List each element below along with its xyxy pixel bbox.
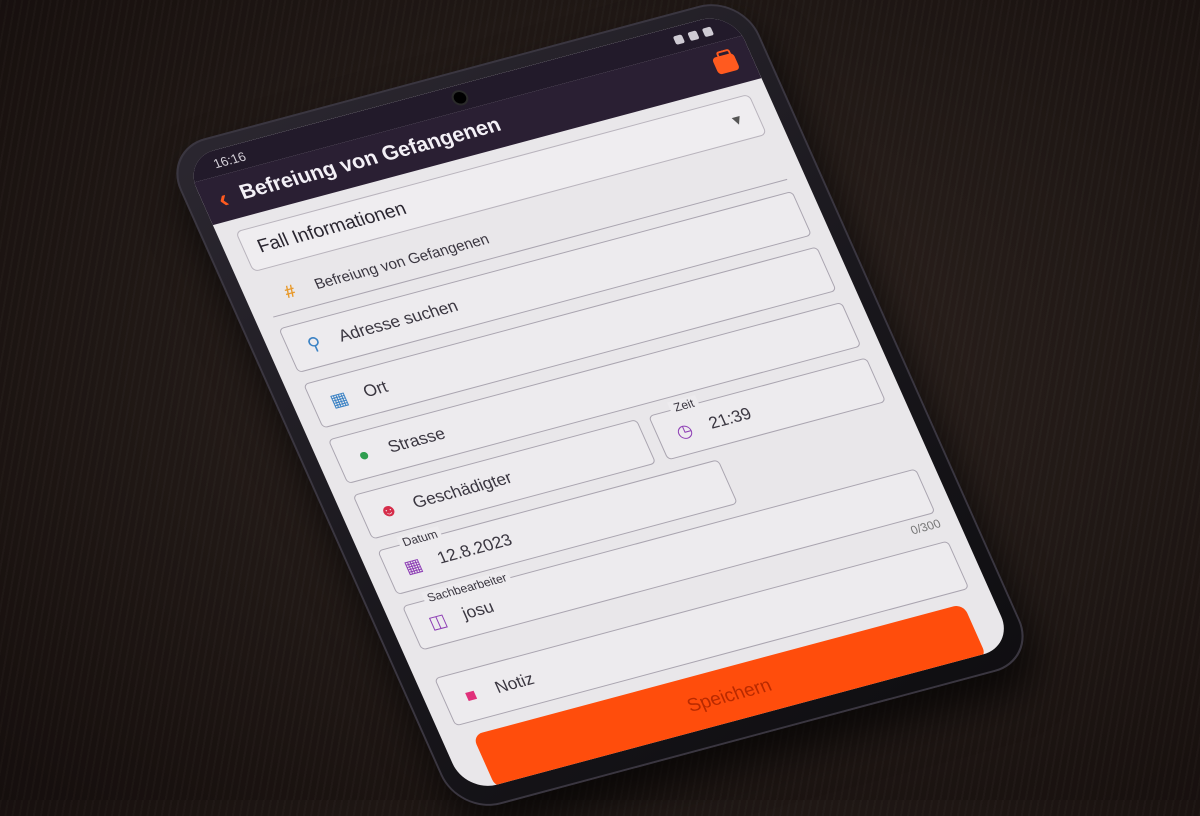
signal-icon xyxy=(672,33,685,45)
person-icon: ☻ xyxy=(375,498,402,523)
clock-icon: ◷ xyxy=(672,419,697,443)
wifi-icon xyxy=(687,29,700,41)
city-placeholder: Ort xyxy=(360,377,391,401)
front-camera xyxy=(448,88,471,108)
hierarchy-icon: ◫ xyxy=(425,609,451,633)
time-value: 21:39 xyxy=(705,404,755,433)
note-placeholder: Notiz xyxy=(491,669,538,697)
street-placeholder: Strasse xyxy=(384,423,449,457)
hash-icon: # xyxy=(280,280,299,302)
chevron-down-icon: ▼ xyxy=(726,110,747,130)
city-icon: ▦ xyxy=(326,387,352,411)
phone-screen: 16:16 ‹ Befreiung von Gefangenen Fall In… xyxy=(183,11,1015,793)
status-time: 16:16 xyxy=(210,148,249,171)
phone-device: 16:16 ‹ Befreiung von Gefangenen Fall In… xyxy=(161,0,1039,816)
note-icon: ■ xyxy=(461,684,481,706)
case-officer-value: josu xyxy=(458,597,497,623)
status-icons xyxy=(672,26,714,45)
toolbox-icon[interactable] xyxy=(711,52,741,75)
address-search-placeholder: Adresse suchen xyxy=(335,296,461,346)
date-value: 12.8.2023 xyxy=(434,530,516,568)
calendar-icon: ▦ xyxy=(400,554,426,578)
search-icon: ⚲ xyxy=(303,332,325,355)
location-pin-icon: ● xyxy=(354,444,374,466)
back-arrow-icon[interactable]: ‹ xyxy=(213,184,234,214)
battery-icon xyxy=(701,26,714,37)
time-label: Zeit xyxy=(667,395,701,416)
